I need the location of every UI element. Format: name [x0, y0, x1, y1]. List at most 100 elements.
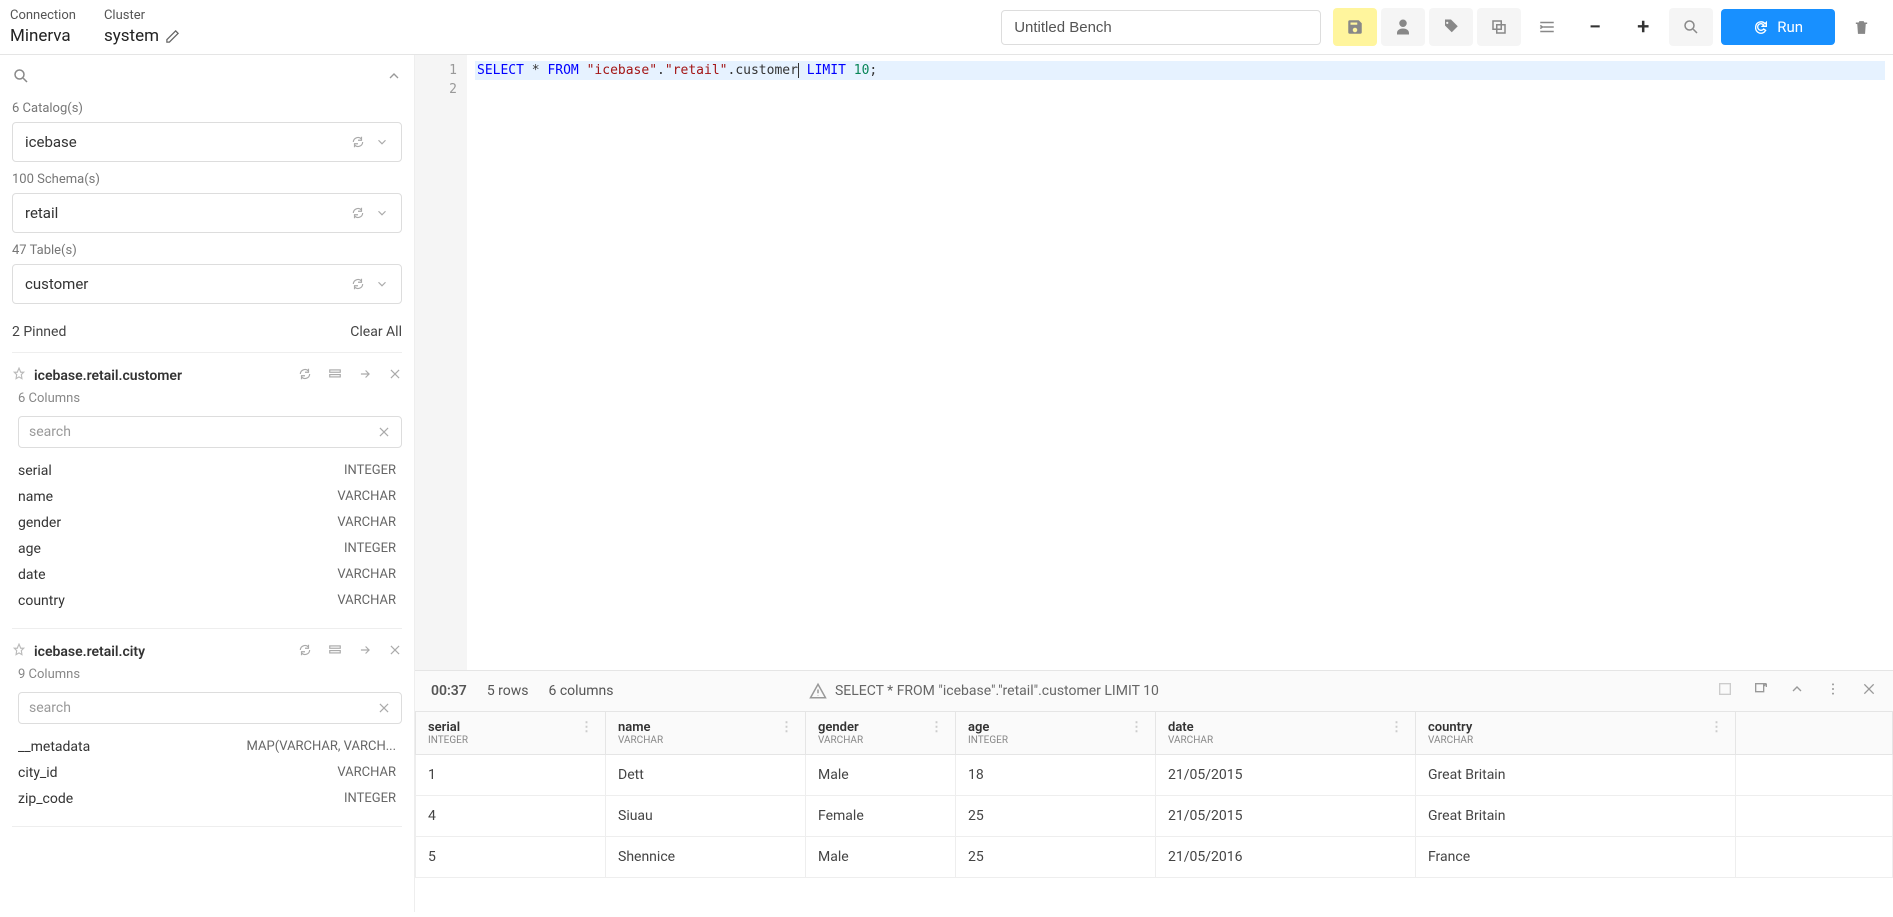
- column-name: gender: [18, 515, 61, 531]
- column-row[interactable]: serialINTEGER: [12, 458, 402, 484]
- checkbox-toggle[interactable]: [1717, 681, 1733, 701]
- collapse-results-button[interactable]: [1789, 681, 1805, 701]
- chevron-up-icon: [1789, 681, 1805, 697]
- column-search-input[interactable]: search: [18, 416, 402, 448]
- column-menu-button[interactable]: ⋮: [930, 720, 943, 735]
- column-row[interactable]: city_idVARCHAR: [12, 760, 402, 786]
- pin-icon: [12, 367, 26, 385]
- copy-button[interactable]: [1477, 8, 1521, 46]
- more-button[interactable]: [1825, 681, 1841, 701]
- goto-button[interactable]: [358, 367, 372, 385]
- column-menu-button[interactable]: ⋮: [1390, 720, 1403, 735]
- column-header[interactable]: countryVARCHAR⋮: [1416, 712, 1736, 755]
- column-header[interactable]: ageINTEGER⋮: [956, 712, 1156, 755]
- delete-button[interactable]: [1839, 8, 1883, 46]
- run-button[interactable]: Run: [1721, 9, 1835, 45]
- column-row[interactable]: countryVARCHAR: [12, 588, 402, 614]
- sidebar-search-button[interactable]: [12, 67, 30, 89]
- clear-icon[interactable]: [377, 701, 391, 715]
- table-cell: 21/05/2015: [1156, 796, 1416, 837]
- pinned-count: 2 Pinned: [12, 324, 66, 340]
- connection-value[interactable]: Minerva: [10, 26, 76, 46]
- refresh-icon[interactable]: [351, 277, 365, 291]
- goto-button[interactable]: [358, 643, 372, 661]
- chevron-down-icon[interactable]: [375, 277, 389, 291]
- save-button[interactable]: [1333, 8, 1377, 46]
- chevron-down-icon[interactable]: [375, 206, 389, 220]
- table-row[interactable]: 5ShenniceMale2521/05/2016France: [416, 837, 1893, 878]
- table-cell: 1: [416, 755, 606, 796]
- column-menu-button[interactable]: ⋮: [780, 720, 793, 735]
- kebab-icon: [1825, 681, 1841, 697]
- table-cell: 25: [956, 837, 1156, 878]
- zoom-in-button[interactable]: +: [1621, 8, 1665, 46]
- pinned-table: icebase.retail.customer 6 Columns search…: [12, 353, 402, 629]
- indent-icon: [1538, 18, 1556, 36]
- column-row[interactable]: date VARCHAR: [12, 562, 402, 588]
- clear-icon[interactable]: [377, 425, 391, 439]
- table-row[interactable]: 4SiuauFemale2521/05/2015Great Britain: [416, 796, 1893, 837]
- column-type: MAP(VARCHAR, VARCH...: [247, 739, 396, 755]
- pinned-title[interactable]: icebase.retail.customer: [34, 368, 290, 384]
- chevron-up-icon: [386, 68, 402, 84]
- column-type: INTEGER: [344, 541, 396, 557]
- results-table[interactable]: serialINTEGER⋮nameVARCHAR⋮genderVARCHAR⋮…: [415, 711, 1893, 912]
- format-button[interactable]: [1525, 8, 1569, 46]
- close-button[interactable]: [388, 643, 402, 661]
- elapsed-time: 00:37: [431, 683, 467, 699]
- table-select[interactable]: customer: [12, 264, 402, 304]
- sql-editor[interactable]: 1 2 SELECT * FROM "icebase"."retail".cus…: [415, 55, 1893, 670]
- search-query-button[interactable]: [1669, 8, 1713, 46]
- cluster-label: Cluster: [104, 8, 180, 23]
- code-area[interactable]: SELECT * FROM "icebase"."retail".custome…: [467, 55, 1893, 670]
- column-menu-button[interactable]: ⋮: [580, 720, 593, 735]
- collapse-sidebar-button[interactable]: [386, 68, 402, 88]
- refresh-button[interactable]: [298, 367, 312, 385]
- export-button[interactable]: [1753, 681, 1769, 701]
- column-header[interactable]: serialINTEGER⋮: [416, 712, 606, 755]
- column-name: date: [18, 567, 46, 583]
- column-search-input[interactable]: search: [18, 692, 402, 724]
- column-type: VARCHAR: [337, 567, 396, 583]
- close-button[interactable]: [388, 367, 402, 385]
- table-cell: 4: [416, 796, 606, 837]
- refresh-button[interactable]: [298, 643, 312, 661]
- content-area: 1 2 SELECT * FROM "icebase"."retail".cus…: [415, 55, 1893, 912]
- tag-button[interactable]: [1429, 8, 1473, 46]
- cluster-value[interactable]: system: [104, 26, 180, 46]
- close-icon: [1861, 681, 1877, 697]
- refresh-icon[interactable]: [351, 135, 365, 149]
- column-header[interactable]: nameVARCHAR⋮: [606, 712, 806, 755]
- catalog-select[interactable]: icebase: [12, 122, 402, 162]
- column-row[interactable]: zip_codeINTEGER: [12, 786, 402, 812]
- column-type: INTEGER: [344, 791, 396, 807]
- column-row[interactable]: genderVARCHAR: [12, 510, 402, 536]
- query-text: SELECT * FROM "icebase"."retail".custome…: [835, 683, 1159, 699]
- bench-title-input[interactable]: [1001, 10, 1321, 45]
- columns-button[interactable]: [328, 367, 342, 385]
- table-cell: France: [1416, 837, 1736, 878]
- columns-icon: [328, 367, 342, 381]
- column-type: VARCHAR: [337, 765, 396, 781]
- refresh-icon[interactable]: [351, 206, 365, 220]
- columns-button[interactable]: [328, 643, 342, 661]
- catalog-label: 6 Catalog(s): [12, 101, 402, 116]
- column-header[interactable]: genderVARCHAR⋮: [806, 712, 956, 755]
- pinned-title[interactable]: icebase.retail.city: [34, 644, 290, 660]
- clear-all-button[interactable]: Clear All: [350, 324, 402, 340]
- table-row[interactable]: 1DettMale1821/05/2015Great Britain: [416, 755, 1893, 796]
- connection-label: Connection: [10, 8, 76, 23]
- column-row[interactable]: __metadataMAP(VARCHAR, VARCH...: [12, 734, 402, 760]
- column-row[interactable]: nameVARCHAR: [12, 484, 402, 510]
- column-header[interactable]: dateVARCHAR⋮: [1156, 712, 1416, 755]
- chevron-down-icon[interactable]: [375, 135, 389, 149]
- column-name: country: [18, 593, 65, 609]
- column-menu-button[interactable]: ⋮: [1710, 720, 1723, 735]
- column-row[interactable]: ageINTEGER: [12, 536, 402, 562]
- column-menu-button[interactable]: ⋮: [1130, 720, 1143, 735]
- user-button[interactable]: [1381, 8, 1425, 46]
- schema-select[interactable]: retail: [12, 193, 402, 233]
- pencil-icon[interactable]: [165, 29, 180, 44]
- zoom-out-button[interactable]: −: [1573, 8, 1617, 46]
- close-results-button[interactable]: [1861, 681, 1877, 701]
